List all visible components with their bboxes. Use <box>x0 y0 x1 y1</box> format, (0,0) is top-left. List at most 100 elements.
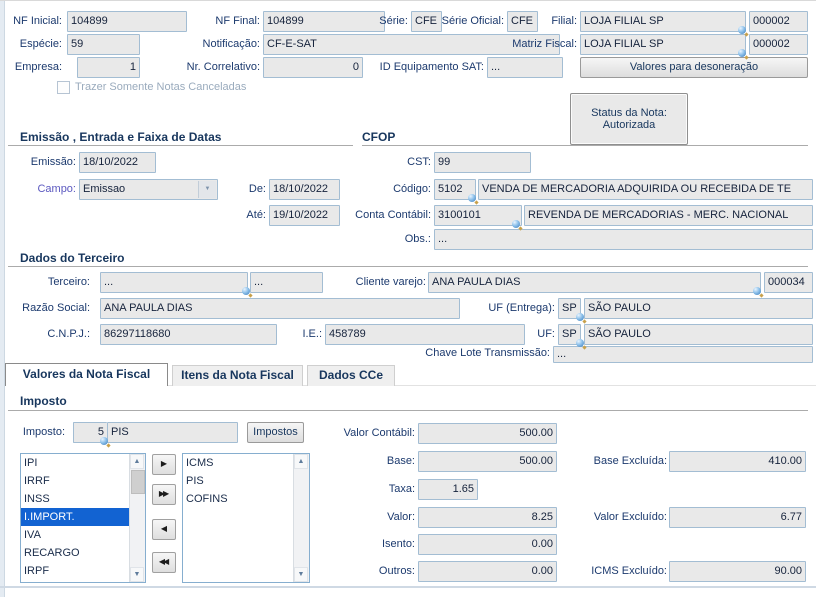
matriz-fiscal-lookup-icon[interactable] <box>738 49 746 57</box>
imposto-desc-field[interactable]: PIS <box>107 422 238 443</box>
arrow-right-icon: ▶ <box>160 459 168 468</box>
move-left-button[interactable]: ◀ <box>152 519 176 540</box>
matriz-fiscal-name-field[interactable]: LOJA FILIAL SP <box>580 34 746 55</box>
filial-lookup-icon[interactable] <box>738 26 746 34</box>
nf-inicial-label: NF Inicial: <box>13 15 62 27</box>
double-arrow-right-icon: ▶▶ <box>158 489 169 498</box>
list-item[interactable]: PIS <box>183 472 294 490</box>
list-item[interactable]: COFINS <box>183 490 294 508</box>
campo-dropdown-value: Emissao <box>83 183 126 195</box>
uf-lookup-icon[interactable] <box>576 339 584 347</box>
cliente-varejo-code-field[interactable]: 000034 <box>764 272 813 293</box>
serie-field[interactable]: CFE <box>411 11 442 32</box>
base-excluida-field[interactable]: 410.00 <box>669 451 806 472</box>
empresa-field[interactable]: 1 <box>77 57 140 78</box>
cliente-varejo-lookup-icon[interactable] <box>753 287 761 295</box>
ate-field[interactable]: 19/10/2022 <box>269 205 340 226</box>
isento-label: Isento: <box>381 538 415 550</box>
codigo-lookup-icon[interactable] <box>468 194 476 202</box>
ie-field[interactable]: 458789 <box>325 324 525 345</box>
cst-field[interactable]: 99 <box>434 152 531 173</box>
terceiro-field-1[interactable]: ... <box>100 272 248 293</box>
list-item[interactable]: RECARGO <box>21 544 130 562</box>
chevron-down-icon[interactable]: ▼ <box>198 181 216 198</box>
tab-dados-cce[interactable]: Dados CCe <box>307 365 395 386</box>
emissao-field[interactable]: 18/10/2022 <box>79 152 156 173</box>
valor-excluido-label: Valor Excluído: <box>593 511 667 523</box>
icms-excluido-field[interactable]: 90.00 <box>669 561 806 582</box>
status-line1: Status da Nota: <box>591 107 667 119</box>
available-taxes-list[interactable]: IPI IRRF INSS I.IMPORT. IVA RECARGO IRPF… <box>20 453 146 583</box>
especie-field[interactable]: 59 <box>67 34 140 55</box>
move-right-button[interactable]: ▶ <box>152 454 176 475</box>
scrollbar-thumb[interactable] <box>131 470 145 494</box>
conta-contabil-label: Conta Contábil: <box>355 209 431 221</box>
id-equipamento-sat-label: ID Equipamento SAT: <box>379 61 484 73</box>
available-list-scrollbar[interactable]: ▲ ▼ <box>129 454 145 582</box>
move-all-right-button[interactable]: ▶▶ <box>152 484 176 505</box>
move-all-left-button[interactable]: ◀◀ <box>152 552 176 573</box>
impostos-button[interactable]: Impostos <box>247 422 304 443</box>
trazer-somente-label: Trazer Somente Notas Canceladas <box>75 81 247 93</box>
razao-social-field[interactable]: ANA PAULA DIAS <box>100 298 460 319</box>
emissao-label: Emissão: <box>30 156 76 168</box>
outros-field[interactable]: 0.00 <box>418 561 557 582</box>
scroll-up-icon[interactable]: ▲ <box>130 454 144 469</box>
double-arrow-left-icon: ◀◀ <box>158 557 169 566</box>
list-item[interactable]: IRRF <box>21 472 130 490</box>
ie-label: I.E.: <box>302 328 322 340</box>
de-field[interactable]: 18/10/2022 <box>269 179 340 200</box>
terceiro-lookup-icon[interactable] <box>242 287 250 295</box>
valor-label: Valor: <box>387 511 415 523</box>
uf-entrega-nome-field[interactable]: SÃO PAULO <box>584 298 813 319</box>
base-field[interactable]: 500.00 <box>418 451 557 472</box>
list-item-selected[interactable]: I.IMPORT. <box>21 508 130 526</box>
valor-field[interactable]: 8.25 <box>418 507 557 528</box>
filial-code-field[interactable]: 000002 <box>749 11 808 32</box>
valor-contabil-field[interactable]: 500.00 <box>418 423 557 444</box>
uf-nome-field[interactable]: SÃO PAULO <box>584 324 813 345</box>
campo-dropdown[interactable]: Emissao ▼ <box>79 179 218 200</box>
id-equipamento-sat-field[interactable]: ... <box>487 57 563 78</box>
nota-fiscal-form: NF Inicial: 104899 NF Final: 104899 Séri… <box>0 0 816 597</box>
tab-valores-da-nota-fiscal[interactable]: Valores da Nota Fiscal <box>5 363 168 386</box>
imposto-lookup-icon[interactable] <box>100 437 108 445</box>
serie-oficial-field[interactable]: CFE <box>507 11 538 32</box>
list-item[interactable]: IPI <box>21 454 130 472</box>
cnpj-field[interactable]: 86297118680 <box>100 324 277 345</box>
valores-desoneracao-button[interactable]: Valores para desoneração <box>580 57 808 78</box>
cliente-varejo-label: Cliente varejo: <box>355 276 426 288</box>
tab-itens-da-nota-fiscal[interactable]: Itens da Nota Fiscal <box>172 365 303 386</box>
assigned-taxes-list[interactable]: ICMS PIS COFINS ▲ ▼ <box>182 453 310 583</box>
valor-excluido-field[interactable]: 6.77 <box>669 507 806 528</box>
nf-inicial-field[interactable]: 104899 <box>67 11 187 32</box>
isento-field[interactable]: 0.00 <box>418 534 557 555</box>
cnpj-label: C.N.P.J.: <box>47 328 90 340</box>
codigo-desc-field[interactable]: VENDA DE MERCADORIA ADQUIRIDA OU RECEBID… <box>478 179 813 200</box>
scroll-down-icon[interactable]: ▼ <box>130 567 144 582</box>
matriz-fiscal-code-field[interactable]: 000002 <box>749 34 808 55</box>
list-item[interactable]: INSS <box>21 490 130 508</box>
list-item[interactable]: IVA <box>21 526 130 544</box>
conta-contabil-code-field[interactable]: 3100101 <box>434 205 522 226</box>
uf-entrega-lookup-icon[interactable] <box>576 313 584 321</box>
empresa-label: Empresa: <box>14 61 62 73</box>
taxa-field[interactable]: 1.65 <box>418 479 478 500</box>
terceiro-field-2[interactable]: ... <box>250 272 323 293</box>
imposto-label: Imposto: <box>22 426 65 438</box>
nr-correlativo-field[interactable]: 0 <box>263 57 363 78</box>
cliente-varejo-name-field[interactable]: ANA PAULA DIAS <box>428 272 761 293</box>
imposto-section-line <box>8 410 808 411</box>
uf-entrega-label: UF (Entrega): <box>488 302 555 314</box>
conta-contabil-desc-field[interactable]: REVENDA DE MERCADORIAS - MERC. NACIONAL <box>524 205 813 226</box>
obs-field[interactable]: ... <box>434 229 813 250</box>
scroll-up-icon[interactable]: ▲ <box>294 454 308 469</box>
chave-lote-field[interactable]: ... <box>553 346 813 363</box>
trazer-somente-checkbox[interactable] <box>57 81 70 94</box>
conta-contabil-lookup-icon[interactable] <box>512 220 520 228</box>
list-item[interactable]: IRPF <box>21 562 130 580</box>
list-item[interactable]: ICMS <box>183 454 294 472</box>
assigned-list-scrollbar[interactable]: ▲ ▼ <box>293 454 309 582</box>
filial-name-field[interactable]: LOJA FILIAL SP <box>580 11 746 32</box>
scroll-down-icon[interactable]: ▼ <box>294 567 308 582</box>
